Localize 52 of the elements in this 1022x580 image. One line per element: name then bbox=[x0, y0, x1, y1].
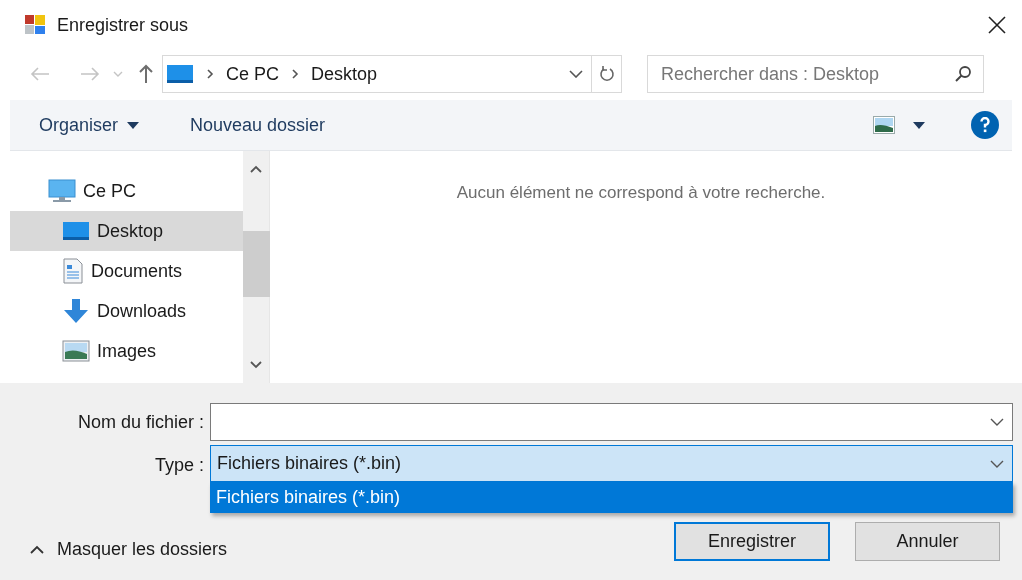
caret-icon bbox=[913, 121, 925, 129]
caret-icon bbox=[127, 121, 140, 129]
folder-tree-item[interactable]: Documents bbox=[10, 251, 243, 291]
chevron-down-icon bbox=[990, 459, 1004, 468]
back-arrow-icon bbox=[30, 66, 50, 82]
scroll-down-icon[interactable] bbox=[250, 361, 262, 369]
picture-view-icon bbox=[873, 116, 895, 134]
hide-folders-button[interactable]: Masquer les dossiers bbox=[30, 536, 228, 563]
desktop-icon bbox=[166, 63, 194, 85]
view-options-button[interactable] bbox=[873, 116, 925, 134]
scroll-up-icon[interactable] bbox=[250, 165, 262, 173]
file-type-value: Fichiers binaires (*.bin) bbox=[217, 452, 403, 475]
organise-menu-button[interactable]: Organiser bbox=[39, 111, 140, 139]
breadcrumb-item[interactable]: Desktop bbox=[311, 60, 378, 88]
file-type-dropdown[interactable]: Fichiers binaires (*.bin) bbox=[210, 445, 1013, 482]
folder-tree-item[interactable]: Downloads bbox=[10, 291, 243, 331]
scrollbar-thumb[interactable] bbox=[242, 231, 270, 297]
chevron-down-icon[interactable] bbox=[569, 70, 583, 78]
refresh-icon bbox=[598, 65, 615, 83]
monitor-icon bbox=[48, 179, 76, 203]
breadcrumb-item[interactable]: Ce PC bbox=[226, 60, 279, 88]
file-type-label: Type : bbox=[153, 454, 205, 477]
chevron-right-icon bbox=[206, 68, 214, 80]
chevron-right-icon bbox=[291, 68, 299, 80]
help-button[interactable] bbox=[971, 111, 999, 139]
file-name-label: Nom du fichier : bbox=[76, 410, 205, 434]
window-title: Enregistrer sous bbox=[57, 13, 189, 37]
folder-tree-item[interactable]: Images bbox=[10, 331, 243, 371]
close-icon bbox=[988, 16, 1006, 34]
dropdown-option[interactable]: Fichiers binaires (*.bin) bbox=[210, 482, 1013, 513]
picture-icon bbox=[62, 340, 90, 362]
document-icon bbox=[62, 258, 84, 284]
search-field[interactable]: Rechercher dans : Desktop bbox=[647, 55, 984, 93]
chevron-down-icon bbox=[113, 71, 123, 77]
file-name-field[interactable] bbox=[210, 403, 1013, 441]
app-icon bbox=[24, 14, 46, 36]
forward-arrow-icon bbox=[80, 66, 100, 82]
question-mark-icon bbox=[980, 117, 990, 133]
desktop-icon bbox=[62, 220, 90, 242]
scrollbar[interactable] bbox=[243, 151, 270, 383]
up-arrow-icon bbox=[138, 64, 154, 84]
cancel-button[interactable]: Annuler bbox=[855, 522, 1000, 561]
empty-message: Aucun élément ne correspond à votre recherche. bbox=[456, 182, 826, 204]
download-arrow-icon bbox=[62, 298, 90, 324]
folder-tree-item[interactable]: Desktop bbox=[10, 211, 243, 251]
new-folder-button[interactable]: Nouveau dossier bbox=[190, 111, 326, 139]
folder-tree-item[interactable]: Ce PC bbox=[10, 171, 243, 211]
address-bar[interactable]: Ce PC Desktop bbox=[162, 55, 622, 93]
chevron-up-icon bbox=[30, 545, 44, 554]
search-icon bbox=[954, 65, 972, 83]
save-button[interactable]: Enregistrer bbox=[674, 522, 830, 561]
chevron-down-icon bbox=[990, 418, 1004, 426]
